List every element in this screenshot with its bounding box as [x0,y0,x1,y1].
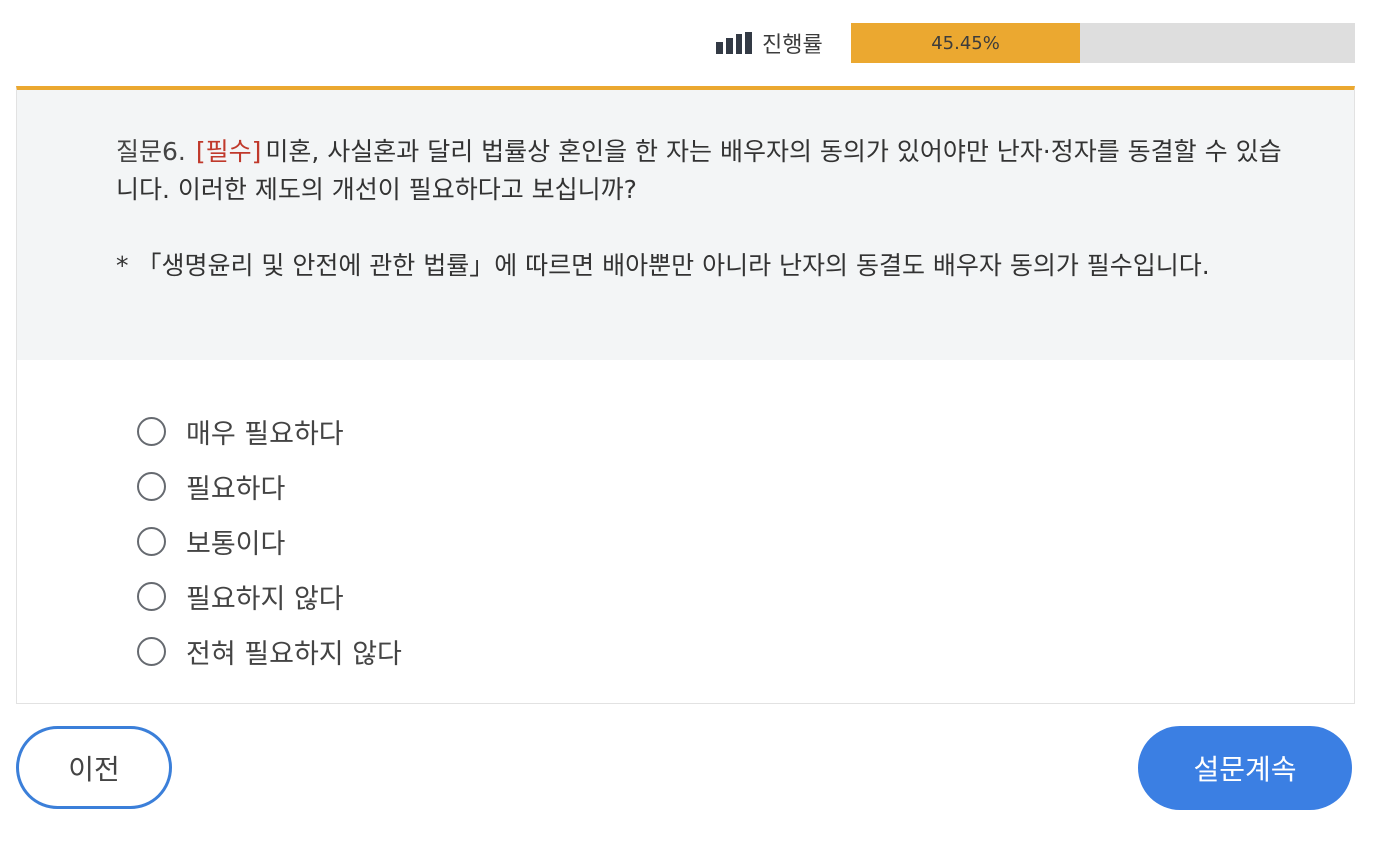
question-note: * 「생명윤리 및 안전에 관한 법률」에 따르면 배아뿐만 아니라 난자의 동… [116,251,1210,280]
radio-button[interactable] [137,417,166,446]
progress-bar-fill: 45.45% [851,23,1081,63]
option-label: 보통이다 [186,529,286,560]
radio-button[interactable] [137,472,166,501]
continue-button[interactable]: 설문계속 [1138,726,1352,810]
option-label: 전혀 필요하지 않다 [186,639,402,670]
progress-value: 45.45% [931,32,1000,54]
option-item[interactable]: 보통이다 [137,514,402,569]
option-item[interactable]: 필요하지 않다 [137,569,402,624]
question-text-block: 질문6. [필수] 미혼, 사실혼과 달리 법률상 혼인을 한 자는 배우자의 동의… [116,133,1294,209]
option-label: 필요하다 [186,474,286,505]
question-number: 질문6. [116,137,186,166]
radio-button[interactable] [137,637,166,666]
answer-options: 매우 필요하다 필요하다 보통이다 필요하지 않다 전혀 필요하지 않다 [137,404,402,679]
question-box: 질문6. [필수] 미혼, 사실혼과 달리 법률상 혼인을 한 자는 배우자의 동의… [17,90,1354,360]
radio-button[interactable] [137,527,166,556]
question-text: 미혼, 사실혼과 달리 법률상 혼인을 한 자는 배우자의 동의가 있어야만 난… [116,137,1282,204]
progress-label: 진행률 [762,33,823,58]
progress-section: 진행률 45.45% [716,23,1355,63]
option-item[interactable]: 필요하다 [137,459,402,514]
option-item[interactable]: 매우 필요하다 [137,404,402,459]
option-label: 매우 필요하다 [186,419,344,450]
bar-chart-icon [716,32,752,54]
option-item[interactable]: 전혀 필요하지 않다 [137,624,402,679]
radio-button[interactable] [137,582,166,611]
progress-bar: 45.45% [851,23,1355,63]
question-card: 질문6. [필수] 미혼, 사실혼과 달리 법률상 혼인을 한 자는 배우자의 동의… [16,86,1355,704]
option-label: 필요하지 않다 [186,584,344,615]
previous-button[interactable]: 이전 [16,726,172,809]
required-tag: [필수] [195,137,262,166]
